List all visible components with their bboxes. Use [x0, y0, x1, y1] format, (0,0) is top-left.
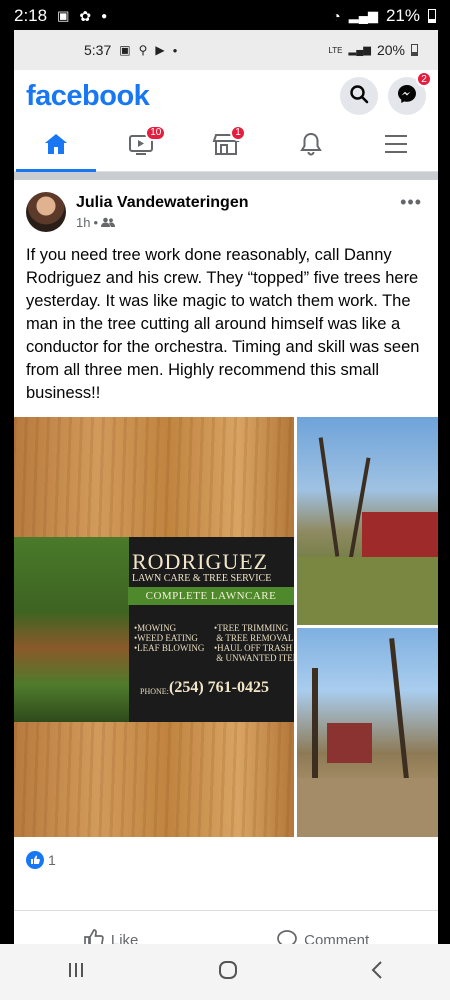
app-header: facebook 2	[14, 70, 438, 122]
like-reaction-icon	[26, 851, 44, 869]
outer-status-bar: 2:18 ▣ ✿ ● ◔ ▂▄▆ 21%	[0, 0, 450, 32]
post-meta: 1h •	[76, 215, 249, 230]
inner-battery: 20%	[376, 42, 405, 58]
watch-badge: 10	[145, 124, 167, 141]
inner-status-bar: 5:37 ▣ ⚲ ▶ ● LTE ▂▄▆ 20%	[14, 30, 438, 70]
tab-notifications[interactable]	[281, 123, 341, 171]
home-button-icon[interactable]	[217, 959, 239, 986]
card-banner: COMPLETE LAWNCARE	[128, 587, 294, 605]
gallery-icon: ▣	[57, 8, 70, 23]
outer-battery: 21%	[385, 6, 420, 25]
messenger-button[interactable]: 2	[388, 71, 432, 115]
reaction-count: 1	[48, 852, 56, 868]
post-time[interactable]: 1h	[76, 215, 90, 230]
card-services-right: •TREE TRIMMING & TREE REMOVAL •HAUL OFF …	[214, 623, 294, 663]
recent-apps-icon[interactable]	[66, 961, 86, 984]
author-avatar[interactable]	[26, 192, 66, 232]
author-name[interactable]: Julia Vandewateringen	[76, 194, 249, 212]
more-options-icon[interactable]: •••	[400, 192, 422, 213]
battery-icon	[411, 44, 418, 56]
outer-time: 2:18	[14, 6, 48, 25]
settings-icon: ✿	[79, 7, 92, 24]
messenger-icon	[396, 83, 418, 110]
tab-bar: 10 1	[14, 122, 438, 172]
feed-divider	[14, 172, 438, 180]
hamburger-icon	[383, 133, 409, 160]
cast-icon: ⚲	[138, 43, 148, 57]
android-nav-bar	[0, 944, 450, 1000]
search-icon	[349, 84, 369, 109]
yard-photo-2[interactable]	[297, 628, 438, 837]
signal-icon: ▂▄▆	[348, 44, 371, 56]
card-phone-label: PHONE:	[140, 687, 169, 696]
post-card: Julia Vandewateringen 1h • ••• If you ne…	[14, 180, 438, 883]
card-picture	[14, 537, 129, 722]
tab-watch[interactable]: 10	[111, 123, 171, 171]
search-button[interactable]	[340, 77, 378, 115]
card-services-left: •MOWING •WEED EATING •LEAF BLOWING	[134, 623, 205, 653]
card-phone: (254) 761-0425	[169, 679, 269, 696]
youtube-icon: ▶	[155, 43, 165, 57]
gallery-icon: ▣	[119, 43, 131, 57]
photo-grid: RODRIGUEZ LAWN CARE & TREE SERVICE COMPL…	[14, 417, 438, 837]
tab-marketplace[interactable]: 1	[196, 123, 256, 171]
wifi-icon: ◔	[332, 8, 341, 24]
reactions-summary[interactable]: 1	[14, 837, 438, 883]
inner-time: 5:37	[84, 42, 112, 58]
marketplace-badge: 1	[229, 124, 246, 141]
business-card: RODRIGUEZ LAWN CARE & TREE SERVICE COMPL…	[14, 537, 294, 722]
card-title: RODRIGUEZ	[132, 549, 269, 574]
separator-dot: •	[93, 215, 99, 230]
friends-icon	[101, 215, 116, 230]
back-icon[interactable]	[370, 960, 384, 985]
yard-photo-1[interactable]	[297, 417, 438, 625]
business-card-photo[interactable]: RODRIGUEZ LAWN CARE & TREE SERVICE COMPL…	[14, 417, 294, 837]
post-header: Julia Vandewateringen 1h • •••	[14, 180, 438, 240]
battery-icon	[428, 9, 436, 23]
red-shed	[327, 723, 372, 763]
post-text: If you need tree work done reasonably, c…	[26, 246, 420, 402]
network-label: LTE	[328, 45, 343, 55]
dot-icon: ●	[172, 45, 178, 55]
home-icon	[43, 132, 69, 161]
card-subtitle: LAWN CARE & TREE SERVICE	[132, 573, 272, 584]
messenger-badge: 2	[416, 71, 432, 87]
dot-icon: ●	[101, 10, 108, 22]
bell-icon	[299, 131, 323, 162]
tab-home[interactable]	[16, 123, 97, 172]
red-shed	[362, 512, 438, 557]
tab-menu[interactable]	[366, 123, 426, 171]
screenshot-frame: 5:37 ▣ ⚲ ▶ ● LTE ▂▄▆ 20% facebook 2 10 1…	[14, 30, 438, 970]
facebook-logo[interactable]: facebook	[26, 80, 150, 113]
signal-icon: ▂▄▆	[348, 8, 378, 23]
